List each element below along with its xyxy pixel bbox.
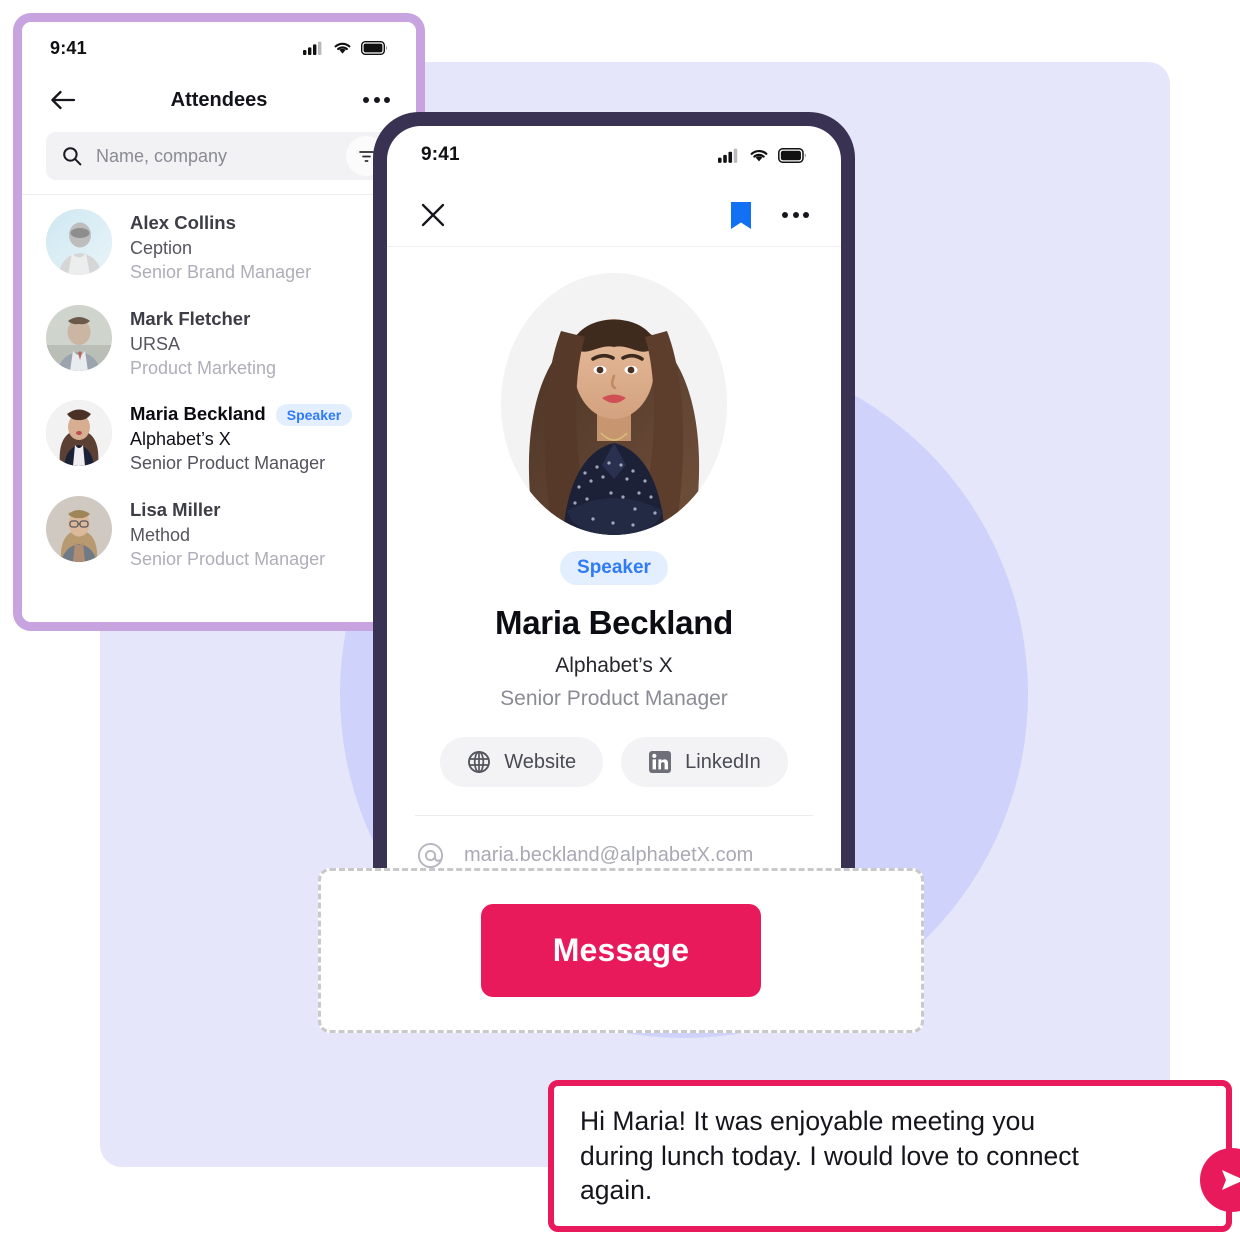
list-item-text: Maria Beckland Speaker Alphabet’s X Seni… — [130, 400, 353, 476]
profile-role: Senior Product Manager — [500, 687, 728, 710]
status-badge: Speaker — [275, 403, 353, 426]
speaker-badge-wrap: Speaker — [387, 551, 841, 585]
website-label: Website — [504, 750, 577, 773]
profile-name: Maria Beckland — [495, 604, 733, 641]
attendee-name: Alex Collins — [130, 212, 236, 233]
profile-phone: 9:41 Speaker Maria Beckland Alphabet’s X… — [373, 112, 855, 872]
more-horizontal-icon[interactable] — [782, 212, 809, 218]
attendee-name: Lisa Miller — [130, 498, 221, 520]
search-input[interactable]: Name, company — [46, 132, 392, 180]
status-badge: Speaker — [560, 551, 668, 585]
list-item-text: Lisa Miller Method Senior Product Manage… — [130, 496, 325, 572]
signal-bars-icon — [718, 148, 740, 163]
profile-nav-actions — [730, 201, 809, 230]
attendees-screen: 9:41 Attendees Name, company Alex Collin… — [22, 22, 416, 622]
profile-body: Speaker Maria Beckland Alphabet’s X Seni… — [387, 247, 841, 869]
battery-icon — [361, 41, 388, 55]
at-sign-icon — [417, 842, 444, 869]
status-bar: 9:41 — [387, 126, 841, 184]
search-placeholder: Name, company — [96, 145, 228, 166]
status-bar: 9:41 — [22, 22, 416, 74]
list-item[interactable]: Lisa Miller Method Senior Product Manage… — [22, 486, 416, 582]
avatar — [46, 304, 112, 371]
page-title: Attendees — [170, 88, 268, 111]
screenshot-stage: 9:41 Attendees Name, company Alex Collin… — [0, 0, 1240, 1240]
status-icons — [718, 147, 807, 163]
wifi-icon — [749, 148, 769, 163]
list-item[interactable]: Maria Beckland Speaker Alphabet’s X Seni… — [22, 390, 416, 486]
search-icon — [62, 146, 82, 166]
profile-links: Website LinkedIn — [387, 737, 841, 787]
email-value: maria.beckland@alphabetX.com — [464, 844, 754, 866]
linkedin-button[interactable]: LinkedIn — [621, 737, 788, 787]
avatar — [46, 209, 112, 275]
attendees-nav-bar: Attendees — [22, 74, 416, 126]
status-time: 9:41 — [50, 37, 87, 58]
close-icon[interactable] — [419, 201, 447, 229]
avatar — [46, 495, 112, 562]
message-text[interactable]: Hi Maria! It was enjoyable meeting you d… — [580, 1104, 1115, 1208]
attendees-card: 9:41 Attendees Name, company Alex Collin… — [13, 13, 425, 631]
message-button[interactable]: Message — [481, 904, 761, 997]
globe-icon — [467, 750, 491, 774]
wifi-icon — [333, 41, 352, 55]
attendee-role: Senior Product Manager — [130, 548, 326, 569]
status-time: 9:41 — [421, 144, 460, 165]
attendee-company: Alphabet’s X — [130, 429, 231, 450]
battery-icon — [778, 147, 807, 163]
profile-company: Alphabet’s X — [555, 654, 673, 677]
more-horizontal-icon[interactable] — [363, 97, 390, 103]
message-action-card: Message — [318, 868, 924, 1033]
attendee-list: Alex Collins Ception Senior Brand Manage… — [22, 195, 416, 581]
attendee-company: URSA — [130, 333, 181, 354]
list-item[interactable]: Mark Fletcher URSA Product Marketing — [22, 295, 416, 391]
send-icon[interactable] — [1200, 1148, 1240, 1212]
search-bar: Name, company — [22, 126, 416, 194]
list-item-text: Mark Fletcher URSA Product Marketing — [130, 305, 276, 381]
status-icons — [303, 41, 388, 55]
avatar — [46, 400, 112, 467]
email-row[interactable]: maria.beckland@alphabetX.com — [387, 816, 841, 869]
photo-maria-beckland — [501, 273, 727, 535]
attendee-company: Ception — [130, 237, 193, 258]
signal-bars-icon — [303, 41, 324, 55]
profile-screen: 9:41 Speaker Maria Beckland Alphabet’s X… — [387, 126, 841, 872]
profile-nav-bar — [387, 184, 841, 246]
website-button[interactable]: Website — [440, 737, 604, 787]
attendee-role: Senior Brand Manager — [130, 262, 312, 283]
list-item-text: Alex Collins Ception Senior Brand Manage… — [130, 209, 311, 285]
attendee-role: Senior Product Manager — [130, 453, 326, 474]
attendee-company: Method — [130, 524, 191, 545]
attendee-name: Mark Fletcher — [130, 307, 251, 329]
linkedin-icon — [648, 750, 672, 774]
list-item[interactable]: Alex Collins Ception Senior Brand Manage… — [22, 199, 416, 295]
arrow-left-icon[interactable] — [48, 85, 78, 115]
bookmark-icon[interactable] — [730, 201, 752, 230]
message-compose-bubble: Hi Maria! It was enjoyable meeting you d… — [548, 1080, 1240, 1232]
attendee-role: Product Marketing — [130, 357, 277, 378]
attendee-name: Maria Beckland — [130, 403, 266, 425]
linkedin-label: LinkedIn — [685, 750, 761, 773]
